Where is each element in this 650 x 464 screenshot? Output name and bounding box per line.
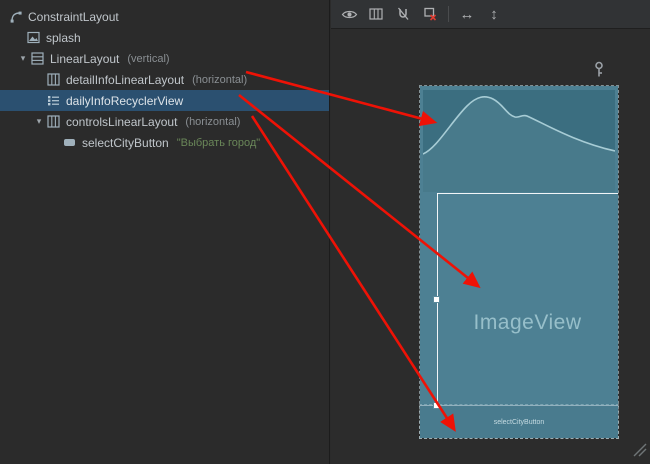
wrench-icon[interactable] xyxy=(593,61,605,84)
tree-item-label: splash xyxy=(46,31,81,45)
tree-item-constraintlayout[interactable]: ConstraintLayout xyxy=(0,6,329,27)
expand-vertical-icon[interactable]: ↕ xyxy=(485,5,503,23)
image-icon xyxy=(26,30,41,45)
button-icon xyxy=(62,135,77,150)
design-surface-panel: ↔ ↕ ImageView selectCityBu xyxy=(331,0,650,464)
android-studio-layout-editor: ConstraintLayout splash ▾ LinearLayout (… xyxy=(0,0,650,464)
tree-item-dailyinforecyclerview[interactable]: dailyInfoRecyclerView xyxy=(0,90,329,111)
select-city-button-preview[interactable]: selectCityButton xyxy=(494,419,545,426)
linear-layout-horizontal-icon xyxy=(46,72,61,87)
tree-item-controlslinearlayout[interactable]: ▾ controlsLinearLayout (horizontal) xyxy=(0,111,329,132)
tree-item-linearlayout[interactable]: ▾ LinearLayout (vertical) xyxy=(0,48,329,69)
tree-item-selectcitybutton[interactable]: selectCityButton "Выбрать город" xyxy=(0,132,329,153)
constraint-layout-icon xyxy=(8,9,23,24)
tree-item-label: detailInfoLinearLayout xyxy=(66,73,184,87)
device-preview[interactable]: ImageView selectCityButton xyxy=(420,86,618,438)
tree-item-label: LinearLayout xyxy=(50,52,119,66)
tree-item-label: ConstraintLayout xyxy=(28,10,119,24)
orientation-hint: (vertical) xyxy=(127,53,169,65)
view-options-eye-icon[interactable] xyxy=(340,5,358,23)
tree-item-label: controlsLinearLayout xyxy=(66,115,177,129)
weather-curve xyxy=(423,90,615,192)
chevron-down-icon[interactable]: ▾ xyxy=(16,53,30,64)
tree-item-detailinfolinearlayout[interactable]: detailInfoLinearLayout (horizontal) xyxy=(0,69,329,90)
autoconnect-off-magnet-icon[interactable] xyxy=(394,5,412,23)
orientation-hint: (horizontal) xyxy=(185,116,240,128)
chevron-down-icon[interactable]: ▾ xyxy=(32,116,46,127)
button-text-value: "Выбрать город" xyxy=(177,137,260,149)
orientation-hint: (horizontal) xyxy=(192,74,247,86)
linear-layout-vertical-icon xyxy=(30,51,45,66)
linear-layout-horizontal-icon xyxy=(46,114,61,129)
chart-area[interactable] xyxy=(423,90,615,192)
tree-item-splash[interactable]: splash xyxy=(0,27,329,48)
design-canvas[interactable]: ImageView selectCityButton xyxy=(331,29,650,464)
tree-item-label: dailyInfoRecyclerView xyxy=(66,94,183,108)
tree-item-label: selectCityButton xyxy=(82,136,169,150)
toolbar-divider xyxy=(448,6,449,22)
expand-horizontal-icon[interactable]: ↔ xyxy=(458,5,476,23)
column-grid-icon[interactable] xyxy=(367,5,385,23)
recycler-view-list-icon xyxy=(46,93,61,108)
imageview-placeholder-label[interactable]: ImageView xyxy=(437,311,618,335)
design-toolbar: ↔ ↕ xyxy=(331,0,650,29)
clear-constraints-icon[interactable] xyxy=(421,5,439,23)
selection-handle-bottom-left[interactable] xyxy=(433,402,440,409)
selection-border-top xyxy=(437,193,618,194)
resize-grip-icon[interactable] xyxy=(633,443,647,462)
component-tree-panel: ConstraintLayout splash ▾ LinearLayout (… xyxy=(0,0,330,464)
bottom-button-bar[interactable]: selectCityButton xyxy=(420,405,618,438)
selection-handle-left[interactable] xyxy=(433,296,440,303)
